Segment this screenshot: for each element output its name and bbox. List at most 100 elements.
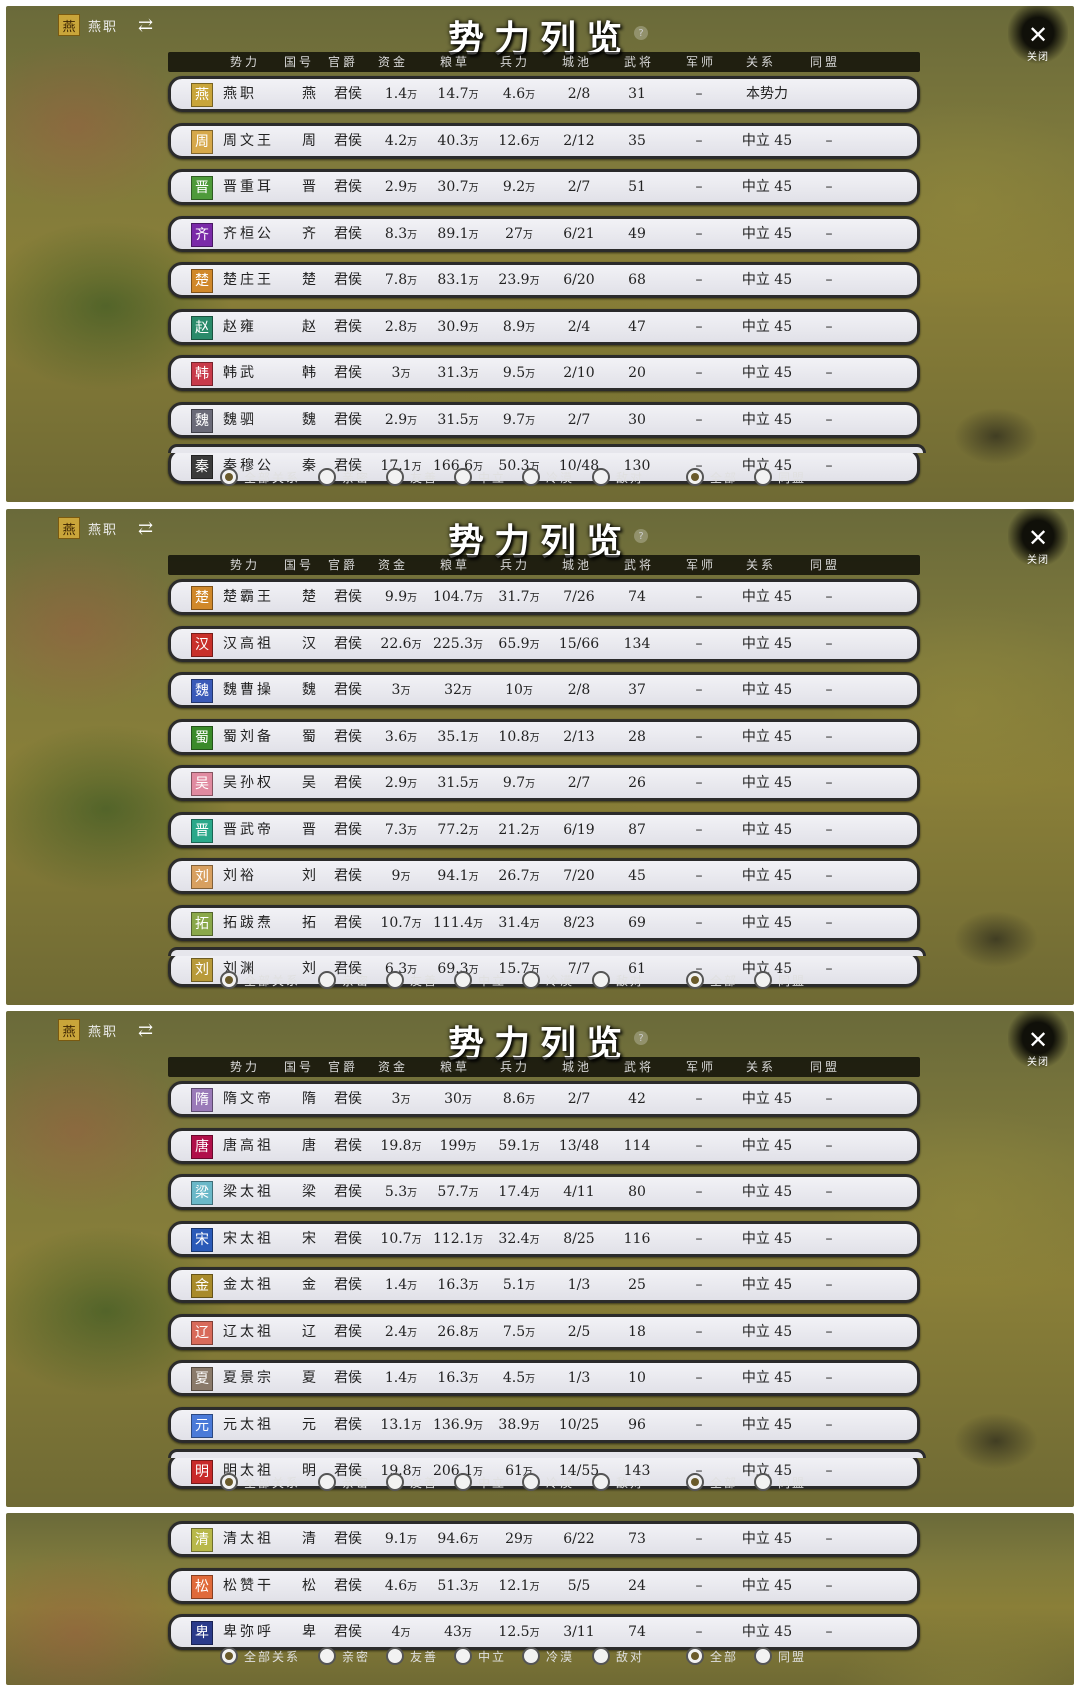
column-header[interactable]: 官爵 xyxy=(318,1057,368,1077)
column-header[interactable]: 粮草 xyxy=(430,555,480,575)
column-header[interactable]: 关系 xyxy=(736,1057,786,1077)
radio-button[interactable] xyxy=(522,468,540,486)
faction-row[interactable]: 赵赵雍赵君侯 2.8万 30.9万 8.9万 2/4 47– 中立 45– xyxy=(168,308,920,345)
column-header[interactable]: 关系 xyxy=(736,555,786,575)
radio-button[interactable] xyxy=(454,468,472,486)
column-header[interactable]: 城池 xyxy=(552,1057,602,1077)
column-header[interactable]: 武将 xyxy=(614,52,664,72)
filter-option[interactable]: 敌对 xyxy=(592,971,644,989)
column-header[interactable]: 粮草 xyxy=(430,52,480,72)
radio-button[interactable] xyxy=(454,1473,472,1491)
filter-option[interactable]: 亲密 xyxy=(318,1647,370,1665)
filter-option[interactable]: 敌对 xyxy=(592,1473,644,1491)
faction-row[interactable]: 元元太祖元君侯 13.1万 136.9万 38.9万 10/25 96– 中立 45– xyxy=(168,1406,920,1443)
faction-row[interactable]: 刘刘裕刘君侯 9万 94.1万 26.7万 7/20 45– 中立 45– xyxy=(168,858,920,894)
column-header[interactable]: 国号 xyxy=(274,555,324,575)
faction-row[interactable]: 辽辽太祖辽君侯 2.4万 26.8万 7.5万 2/5 18– 中立 45– xyxy=(168,1313,920,1350)
filter-option[interactable]: 同盟 xyxy=(754,971,806,989)
faction-row[interactable]: 燕燕职燕君侯 1.4万 14.7万 4.6万 2/8 31– 本势力 xyxy=(168,76,920,112)
faction-row[interactable]: 晋晋武帝晋君侯 7.3万 77.2万 21.2万 6/19 87– 中立 45– xyxy=(168,811,920,848)
radio-button[interactable] xyxy=(754,1647,772,1665)
column-header[interactable]: 资金 xyxy=(368,52,418,72)
close-icon[interactable]: ✕ xyxy=(1008,525,1068,551)
column-header[interactable]: 同盟 xyxy=(800,555,850,575)
help-icon[interactable]: ? xyxy=(634,26,648,40)
filter-option[interactable]: 亲密 xyxy=(318,971,370,989)
column-header[interactable]: 势力 xyxy=(220,555,270,575)
radio-button[interactable] xyxy=(220,971,238,989)
column-header[interactable]: 官爵 xyxy=(318,52,368,72)
faction-row[interactable]: 楚楚庄王楚君侯 7.8万 83.1万 23.9万 6/20 68– 中立 45– xyxy=(168,262,920,298)
radio-button[interactable] xyxy=(754,971,772,989)
radio-button[interactable] xyxy=(454,1647,472,1665)
faction-row[interactable]: 魏魏驷魏君侯 2.9万 31.5万 9.7万 2/7 30– 中立 45– xyxy=(168,401,920,438)
filter-option[interactable]: 友善 xyxy=(386,1647,438,1665)
filter-option[interactable]: 友善 xyxy=(386,468,438,486)
close-button[interactable]: ✕ 关闭 xyxy=(1008,1011,1068,1071)
faction-row[interactable]: 周周文王周君侯 4.2万 40.3万 12.6万 2/12 35– 中立 45– xyxy=(168,122,920,159)
column-header[interactable]: 军师 xyxy=(676,52,726,72)
column-header[interactable]: 资金 xyxy=(368,555,418,575)
column-header[interactable]: 同盟 xyxy=(800,52,850,72)
column-header[interactable]: 武将 xyxy=(614,1057,664,1077)
faction-row[interactable]: 魏魏曹操魏君侯 3万 32万 10万 2/8 37– 中立 45– xyxy=(168,672,920,708)
radio-button[interactable] xyxy=(592,468,610,486)
column-header[interactable]: 官爵 xyxy=(318,555,368,575)
faction-row[interactable]: 蜀蜀刘备蜀君侯 3.6万 35.1万 10.8万 2/13 28– 中立 45– xyxy=(168,718,920,755)
radio-button[interactable] xyxy=(686,1473,704,1491)
radio-button[interactable] xyxy=(386,971,404,989)
column-header[interactable]: 势力 xyxy=(220,52,270,72)
faction-row[interactable]: 夏夏景宗夏君侯 1.4万 16.3万 4.5万 1/3 10– 中立 45– xyxy=(168,1360,920,1396)
faction-row[interactable]: 汉汉高祖汉君侯 22.6万 225.3万 65.9万 15/66 134– 中立 45– xyxy=(168,625,920,662)
filter-option[interactable]: 中立 xyxy=(454,971,506,989)
filter-option[interactable]: 全部 xyxy=(686,1473,738,1491)
column-header[interactable]: 国号 xyxy=(274,52,324,72)
close-button[interactable]: ✕ 关闭 xyxy=(1008,6,1068,66)
radio-button[interactable] xyxy=(592,1647,610,1665)
filter-option[interactable]: 全部 xyxy=(686,971,738,989)
faction-row[interactable]: 卑卑弥呼卑君侯 4万 43万 12.5万 3/11 74– 中立 45– xyxy=(168,1614,920,1650)
radio-button[interactable] xyxy=(686,1647,704,1665)
radio-button[interactable] xyxy=(386,1473,404,1491)
filter-option[interactable]: 亲密 xyxy=(318,1473,370,1491)
filter-option[interactable]: 冷漠 xyxy=(522,1473,574,1491)
filter-option[interactable]: 同盟 xyxy=(754,468,806,486)
faction-row[interactable]: 金金太祖金君侯 1.4万 16.3万 5.1万 1/3 25– 中立 45– xyxy=(168,1267,920,1303)
radio-button[interactable] xyxy=(220,1647,238,1665)
filter-option[interactable]: 全部关系 xyxy=(220,971,300,989)
radio-button[interactable] xyxy=(220,468,238,486)
faction-row[interactable]: 齐齐桓公齐君侯 8.3万 89.1万 27万 6/21 49– 中立 45– xyxy=(168,215,920,252)
filter-option[interactable]: 冷漠 xyxy=(522,468,574,486)
radio-button[interactable] xyxy=(318,971,336,989)
column-header[interactable]: 武将 xyxy=(614,555,664,575)
faction-row[interactable]: 晋晋重耳晋君侯 2.9万 30.7万 9.2万 2/7 51– 中立 45– xyxy=(168,169,920,205)
faction-row[interactable]: 拓拓跋焘拓君侯 10.7万 111.4万 31.4万 8/23 69– 中立 45– xyxy=(168,904,920,941)
radio-button[interactable] xyxy=(318,1647,336,1665)
column-header[interactable]: 粮草 xyxy=(430,1057,480,1077)
column-header[interactable]: 城池 xyxy=(552,555,602,575)
filter-option[interactable]: 亲密 xyxy=(318,468,370,486)
filter-option[interactable]: 友善 xyxy=(386,971,438,989)
filter-option[interactable]: 友善 xyxy=(386,1473,438,1491)
filter-option[interactable]: 全部关系 xyxy=(220,1473,300,1491)
column-header[interactable]: 同盟 xyxy=(800,1057,850,1077)
radio-button[interactable] xyxy=(522,1473,540,1491)
column-header[interactable]: 兵力 xyxy=(490,555,540,575)
filter-option[interactable]: 中立 xyxy=(454,1473,506,1491)
close-icon[interactable]: ✕ xyxy=(1008,1027,1068,1053)
radio-button[interactable] xyxy=(522,1647,540,1665)
column-header[interactable]: 资金 xyxy=(368,1057,418,1077)
radio-button[interactable] xyxy=(686,971,704,989)
faction-row[interactable]: 松松赞干松君侯 4.6万 51.3万 12.1万 5/5 24– 中立 45– xyxy=(168,1567,920,1604)
filter-option[interactable]: 全部关系 xyxy=(220,468,300,486)
radio-button[interactable] xyxy=(220,1473,238,1491)
filter-option[interactable]: 中立 xyxy=(454,1647,506,1665)
faction-row[interactable]: 隋隋文帝隋君侯 3万 30万 8.6万 2/7 42– 中立 45– xyxy=(168,1081,920,1117)
close-icon[interactable]: ✕ xyxy=(1008,22,1068,48)
column-header[interactable]: 城池 xyxy=(552,52,602,72)
radio-button[interactable] xyxy=(754,468,772,486)
radio-button[interactable] xyxy=(592,971,610,989)
filter-option[interactable]: 冷漠 xyxy=(522,1647,574,1665)
filter-option[interactable]: 敌对 xyxy=(592,1647,644,1665)
faction-row[interactable]: 梁梁太祖梁君侯 5.3万 57.7万 17.4万 4/11 80– 中立 45– xyxy=(168,1174,920,1210)
